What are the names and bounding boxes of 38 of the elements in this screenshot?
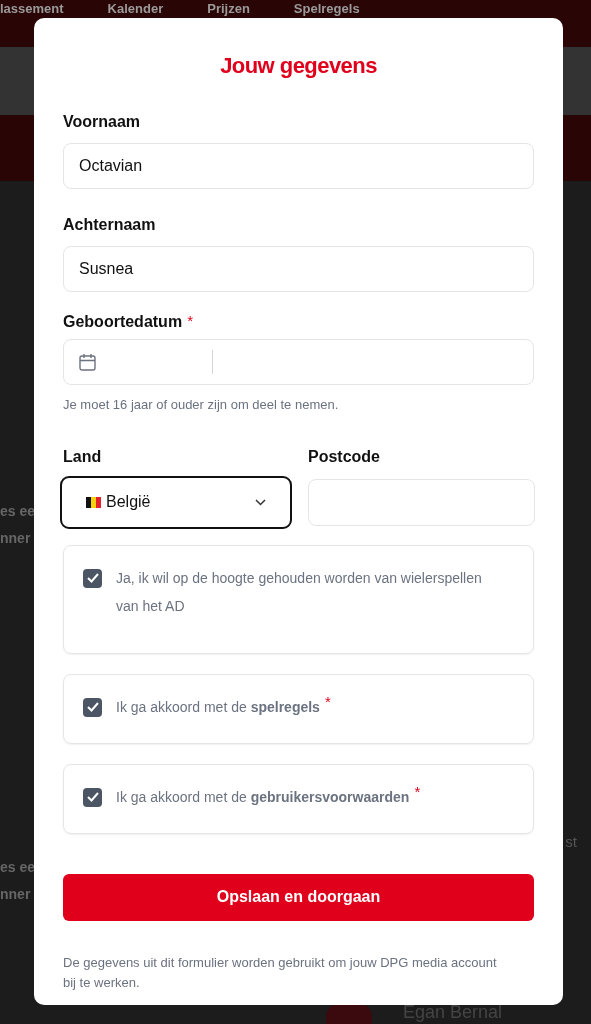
nav-item[interactable]: Spelregels: [293, 1, 360, 16]
chevron-down-icon: [255, 498, 266, 506]
consent-text: Ik ga akkoord met de gebruikersvoorwaarden: [116, 787, 410, 807]
consent-text: Ja, ik wil op de hoogte gehouden worden van wielerspellen van het AD: [116, 568, 483, 616]
dialog-title: Jouw gegevens: [219, 52, 378, 80]
checkbox[interactable]: [83, 787, 102, 807]
required-mark: *: [324, 692, 331, 711]
field-hint: Je moet 16 jaar of ouder zijn om deel te nemen.: [63, 396, 340, 414]
background-text: es ee: [0, 502, 36, 521]
check-icon: [86, 573, 99, 583]
background-text: st: [565, 832, 577, 852]
check-icon: [86, 702, 99, 712]
required-mark: *: [187, 312, 193, 330]
field-label: Postcode: [308, 446, 381, 467]
checkbox[interactable]: [83, 568, 102, 588]
calendar-icon: [79, 353, 96, 371]
check-icon: [86, 792, 99, 802]
nav-item[interactable]: lassement: [0, 1, 64, 16]
text-field[interactable]: Susnea: [63, 246, 534, 292]
field-label: Voornaam: [63, 112, 142, 132]
field-label: Achternaam: [63, 215, 157, 235]
required-mark: *: [414, 782, 421, 801]
field-label: Geboortedatum: [63, 312, 183, 332]
footer-note: De gegevens uit dit formulier worden gebruikt om jouw DPG media account bij te werken.: [63, 953, 498, 992]
submit-button[interactable]: Opslaan en doorgaan: [63, 873, 534, 921]
country-select[interactable]: België: [60, 475, 292, 529]
background-text: nner: [0, 529, 32, 548]
text-field[interactable]: Octavian: [63, 143, 534, 189]
flag-icon: [86, 496, 101, 508]
consent-text: Ik ga akkoord met de spelregels: [116, 697, 320, 717]
field-label: Land: [63, 446, 103, 467]
nav-item[interactable]: Kalender: [107, 1, 164, 16]
background-text: nner: [0, 885, 32, 904]
nav-item[interactable]: Prijzen: [207, 1, 250, 16]
postcode-field[interactable]: [308, 478, 535, 526]
date-field[interactable]: [63, 339, 534, 385]
background-text: es ee: [0, 858, 36, 877]
checkbox[interactable]: [83, 697, 102, 717]
